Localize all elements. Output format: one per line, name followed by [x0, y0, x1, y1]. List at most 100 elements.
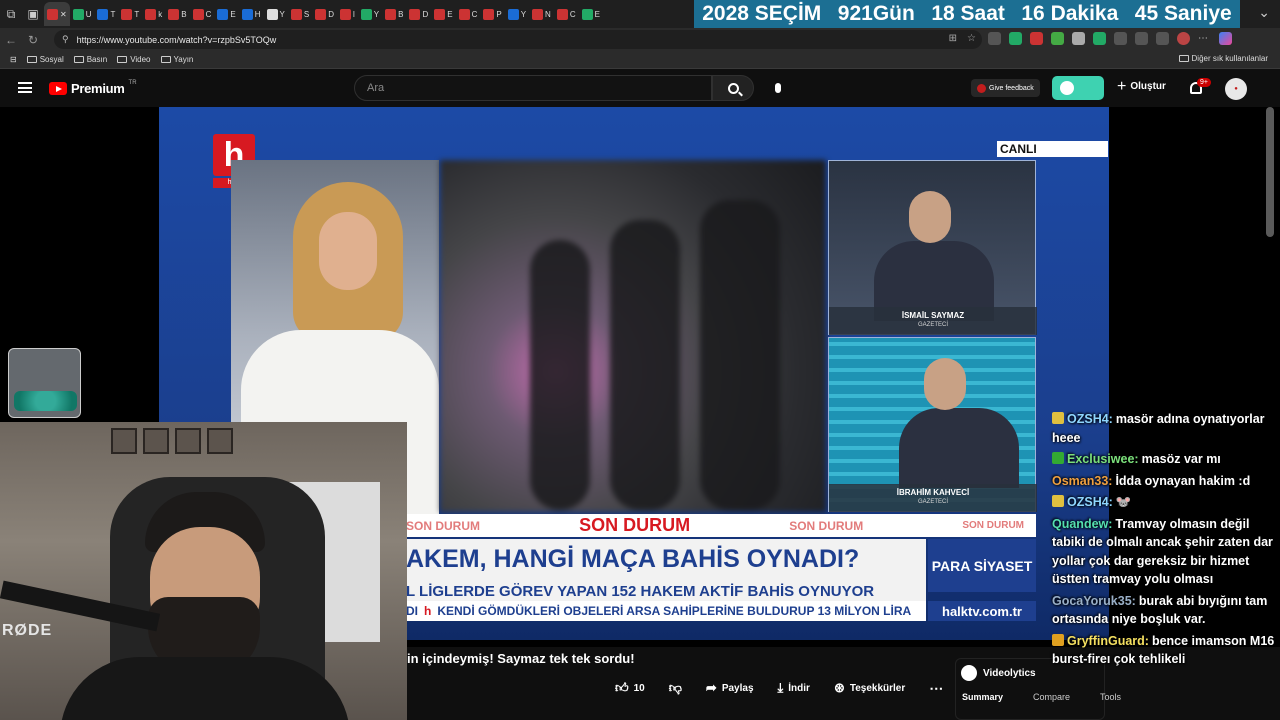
- extension-toggle[interactable]: [1052, 76, 1104, 100]
- feedback-icon: [977, 83, 986, 93]
- folder-icon: [73, 56, 84, 63]
- stream-chat-overlay: OZSH4: masör adına oynatıyorlar heee Exclu…: [1052, 410, 1277, 672]
- more-icon[interactable]: ⋯: [1198, 32, 1211, 45]
- favicon-icon: [507, 8, 519, 20]
- url-field[interactable]: ⚲ https://www.youtube.com/watch?v=rzpbSv…: [54, 30, 982, 49]
- browser-tab[interactable]: l: [337, 3, 358, 25]
- profile-icon[interactable]: [1177, 32, 1190, 45]
- window-menu-icon[interactable]: ⧉: [0, 0, 22, 28]
- page-scrollbar[interactable]: [1266, 107, 1274, 237]
- tab-actions-icon[interactable]: ▣: [22, 0, 44, 28]
- tab-label: U: [85, 9, 92, 19]
- chat-username[interactable]: OZSH4:: [1067, 495, 1113, 509]
- tab-label: C: [471, 9, 478, 19]
- extensions-puzzle-icon[interactable]: [1114, 32, 1127, 45]
- other-favorites[interactable]: Diğer sık kullanılanlar: [1178, 54, 1268, 63]
- chat-username[interactable]: Exclusiwee:: [1067, 452, 1139, 466]
- extension-icon[interactable]: [988, 32, 1001, 45]
- browser-tab[interactable]: k: [142, 3, 165, 25]
- browser-tab[interactable]: N: [529, 3, 554, 25]
- browser-tab[interactable]: T: [94, 3, 118, 25]
- close-tab-icon[interactable]: ✕: [60, 10, 67, 19]
- extension-icon[interactable]: [1051, 32, 1064, 45]
- site-info-icon[interactable]: ⚲: [62, 34, 69, 45]
- chat-badge-icon: [1052, 633, 1064, 646]
- hamburger-menu-icon[interactable]: [18, 82, 32, 93]
- give-feedback-button[interactable]: Give feedback: [971, 79, 1040, 97]
- browser-tab[interactable]: D: [406, 3, 431, 25]
- chat-message: OZSH4: masör adına oynatıyorlar heee: [1052, 410, 1277, 447]
- browser-tab[interactable]: C: [554, 3, 579, 25]
- favorite-star-icon[interactable]: ☆: [967, 33, 976, 44]
- back-icon[interactable]: ←: [0, 33, 22, 47]
- chat-username[interactable]: GocaYoruk35:: [1052, 594, 1136, 608]
- extension-icon[interactable]: [1093, 32, 1106, 45]
- bookmark-folder-basin[interactable]: Basın: [73, 55, 107, 64]
- extension-icon[interactable]: [1009, 32, 1022, 45]
- tab-label: P: [496, 9, 502, 19]
- browser-tab[interactable]: H: [239, 3, 264, 25]
- chat-username[interactable]: Osman33:: [1052, 474, 1112, 488]
- videolytics-logo-icon: [961, 665, 977, 681]
- extension-icon[interactable]: [1072, 32, 1085, 45]
- tab-overflow-icon[interactable]: ⌄: [1258, 4, 1270, 21]
- videolytics-tab-tools[interactable]: Tools: [1100, 692, 1121, 702]
- favicon-icon: [532, 8, 544, 20]
- more-actions-icon[interactable]: ⋯: [921, 677, 952, 699]
- like-button[interactable]: 👍︎ 10: [607, 677, 653, 699]
- account-avatar[interactable]: ●: [1225, 78, 1247, 100]
- thumbs-down-icon: 👎︎: [668, 680, 682, 695]
- browser-tab[interactable]: E: [579, 3, 603, 25]
- favicon-icon: [290, 8, 302, 20]
- search-button[interactable]: [712, 75, 754, 101]
- search-input[interactable]: Ara: [354, 75, 712, 101]
- browser-tab[interactable]: B: [165, 3, 189, 25]
- extension-icon[interactable]: [1030, 32, 1043, 45]
- browser-tab[interactable]: B: [382, 3, 406, 25]
- browser-tab[interactable]: Y: [264, 3, 288, 25]
- chat-username[interactable]: GryffinGuard:: [1067, 634, 1149, 648]
- bookmark-folder-yayin[interactable]: Yayın: [160, 55, 193, 64]
- browser-tab[interactable]: P: [480, 3, 504, 25]
- videolytics-tab-summary[interactable]: Summary: [962, 692, 1003, 702]
- thanks-button[interactable]: ⊛ Teşekkürler: [826, 677, 913, 699]
- url-text[interactable]: https://www.youtube.com/watch?v=rzpbSv5T…: [77, 35, 277, 45]
- tab-label: N: [545, 9, 551, 19]
- favicon-icon: [409, 8, 421, 20]
- browser-tab[interactable]: C: [190, 3, 215, 25]
- browser-tab[interactable]: E: [214, 3, 238, 25]
- tab-label: H: [254, 9, 261, 19]
- favorites-icon[interactable]: [1135, 32, 1148, 45]
- download-button[interactable]: ⤓ İndir: [770, 677, 818, 699]
- browser-tab[interactable]: C: [456, 3, 481, 25]
- bookmark-folder-sosyal[interactable]: Sosyal: [26, 55, 64, 64]
- plus-icon: +: [1117, 77, 1127, 95]
- dislike-button[interactable]: 👎︎: [661, 677, 690, 699]
- browser-tab[interactable]: Y: [358, 3, 382, 25]
- chat-username[interactable]: Quandew:: [1052, 517, 1112, 531]
- browser-tab[interactable]: D: [312, 3, 337, 25]
- reload-icon[interactable]: ↻: [22, 33, 44, 47]
- thanks-icon: ⊛: [833, 680, 845, 695]
- browser-tab[interactable]: S: [288, 3, 312, 25]
- browser-tab[interactable]: E: [431, 3, 455, 25]
- tab-active[interactable]: ✕: [44, 2, 70, 26]
- logo-text: Premium: [71, 81, 125, 96]
- chat-username[interactable]: OZSH4:: [1067, 412, 1113, 426]
- videolytics-tab-compare[interactable]: Compare: [1033, 692, 1070, 702]
- browser-tab[interactable]: T: [118, 3, 142, 25]
- browser-tab[interactable]: Y: [505, 3, 529, 25]
- create-button[interactable]: + Oluştur: [1117, 77, 1166, 95]
- share-button[interactable]: ➦ Paylaş: [698, 677, 762, 699]
- shield-icon[interactable]: [1156, 32, 1169, 45]
- youtube-logo[interactable]: Premium TR: [49, 80, 137, 96]
- install-icon[interactable]: ⊞: [949, 33, 957, 44]
- favicon-icon: [121, 8, 133, 20]
- bookmark-folder-video[interactable]: Video: [117, 55, 151, 64]
- chat-badge-icon: [1052, 495, 1064, 507]
- voice-search-icon[interactable]: [771, 80, 785, 96]
- browser-tab[interactable]: U: [70, 3, 95, 25]
- guest-panel-1: İSMAİL SAYMAZ GAZETECİ: [828, 160, 1037, 335]
- copilot-icon[interactable]: [1219, 32, 1232, 45]
- tab-label: T: [134, 9, 140, 19]
